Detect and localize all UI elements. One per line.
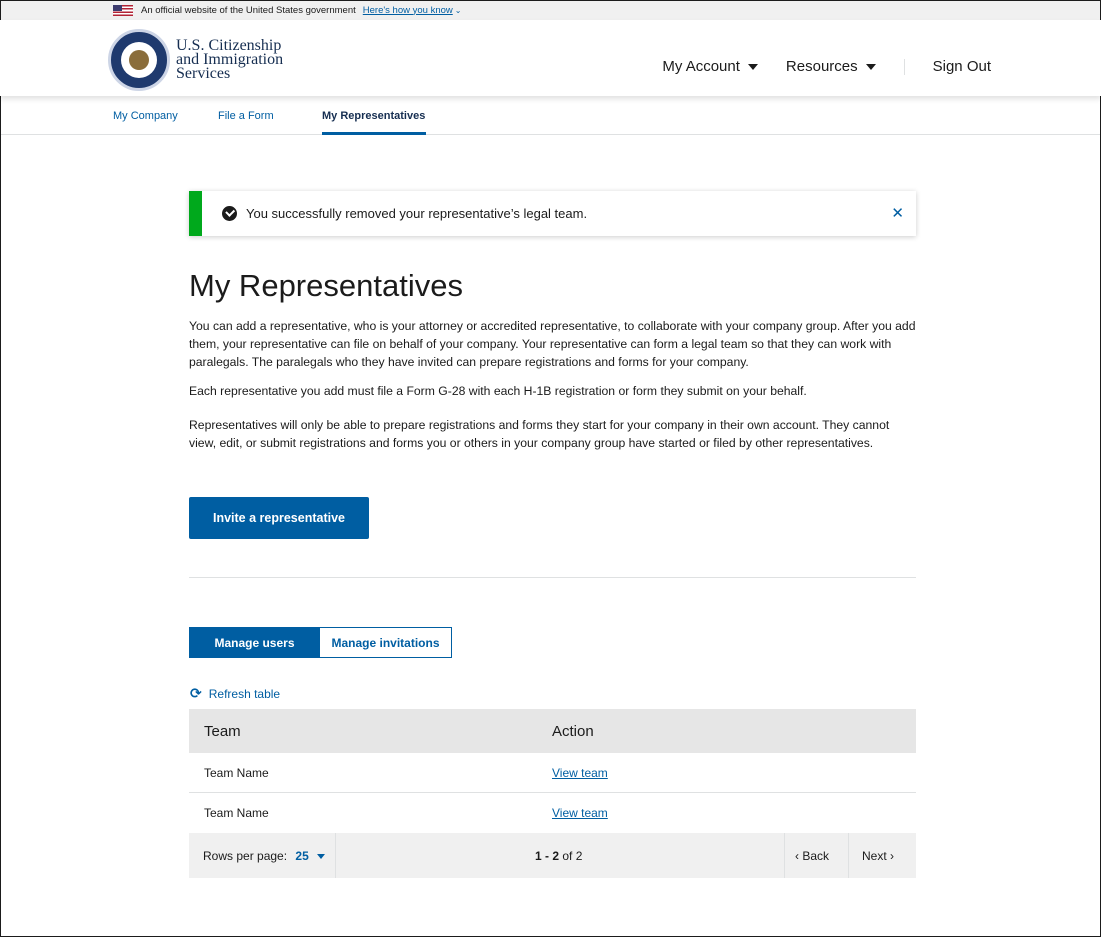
intro-paragraph: You can add a representative, who is you… (189, 319, 916, 369)
section-divider (189, 577, 916, 578)
my-account-label: My Account (662, 58, 740, 75)
rows-per-page-label: Rows per page: (203, 849, 288, 863)
uscis-logo[interactable]: U.S. Citizenship and Immigration Service… (108, 29, 283, 91)
invite-representative-button[interactable]: Invite a representative (189, 497, 369, 539)
resources-menu[interactable]: Resources (786, 58, 876, 75)
manage-invitations-button[interactable]: Manage invitations (320, 627, 452, 658)
tab-my-representatives[interactable]: My Representatives (322, 110, 425, 122)
next-button[interactable]: Next › (862, 849, 894, 863)
check-circle-icon (222, 206, 237, 221)
dhs-seal-icon (108, 29, 170, 91)
manage-users-button[interactable]: Manage users (189, 627, 320, 658)
view-team-link[interactable]: View team (552, 766, 608, 780)
heres-how-you-know-link[interactable]: Here's how you know (363, 5, 453, 16)
nav-divider (903, 58, 905, 75)
back-button[interactable]: ‹ Back (795, 849, 829, 863)
refresh-table-button[interactable]: ⟳ Refresh table (190, 685, 280, 702)
table-row: Team Name View team (189, 793, 916, 833)
logo-line-3: Services (176, 65, 231, 82)
site-header: U.S. Citizenship and Immigration Service… (0, 20, 1101, 96)
us-flag-icon (113, 4, 133, 16)
active-tab-indicator (322, 132, 426, 135)
table-header: Team Action (189, 709, 916, 753)
column-header-team: Team (204, 722, 241, 740)
g28-paragraph: Each representative you add must file a … (189, 384, 807, 398)
success-alert: You successfully removed your representa… (189, 191, 916, 236)
my-account-menu[interactable]: My Account (662, 58, 758, 75)
caret-down-icon (865, 63, 876, 70)
page-range-current: 1 - 2 (535, 849, 560, 863)
rows-per-page: Rows per page: 25 (203, 849, 326, 863)
table-row: Team Name View team (189, 753, 916, 793)
alert-message: You successfully removed your representa… (246, 206, 588, 221)
gov-banner-text: An official website of the United States… (141, 4, 356, 16)
team-name-cell: Team Name (204, 765, 269, 780)
close-icon[interactable]: ✕ (891, 204, 904, 222)
pager-divider (335, 833, 336, 878)
caret-down-icon[interactable] (317, 854, 326, 860)
permissions-paragraph: Representatives will only be able to pre… (189, 418, 890, 450)
gov-banner: An official website of the United States… (0, 0, 1101, 20)
teams-table: Team Action Team Name View team Team Nam… (189, 709, 916, 833)
resources-label: Resources (785, 58, 858, 75)
team-name-cell: Team Name (204, 806, 269, 820)
column-header-action: Action (552, 722, 594, 740)
view-team-link[interactable]: View team (552, 806, 608, 820)
pagination-bar: Rows per page: 25 1 - 2 of 2 ‹ Back Next… (189, 833, 916, 878)
header-nav: My Account Resources Sign Out (662, 58, 991, 75)
chevron-down-icon[interactable]: ⌄ (455, 6, 462, 15)
page-range: 1 - 2 of 2 (535, 849, 582, 863)
segmented-control: Manage users Manage invitations (189, 627, 452, 658)
pager-divider (848, 833, 849, 878)
refresh-icon: ⟳ (190, 685, 202, 701)
secondary-nav: My Company File a Form My Representative… (0, 96, 1101, 135)
page-title: My Representatives (189, 268, 463, 303)
refresh-label: Refresh table (208, 686, 281, 701)
pager-divider (784, 833, 785, 878)
tab-file-a-form[interactable]: File a Form (218, 110, 274, 122)
rows-per-page-select[interactable]: 25 (295, 849, 308, 863)
page-range-total: of 2 (559, 849, 583, 863)
sign-out-link[interactable]: Sign Out (933, 58, 991, 75)
logo-text: U.S. Citizenship and Immigration Service… (176, 38, 283, 82)
caret-down-icon (747, 63, 758, 70)
tab-my-company[interactable]: My Company (113, 110, 178, 122)
